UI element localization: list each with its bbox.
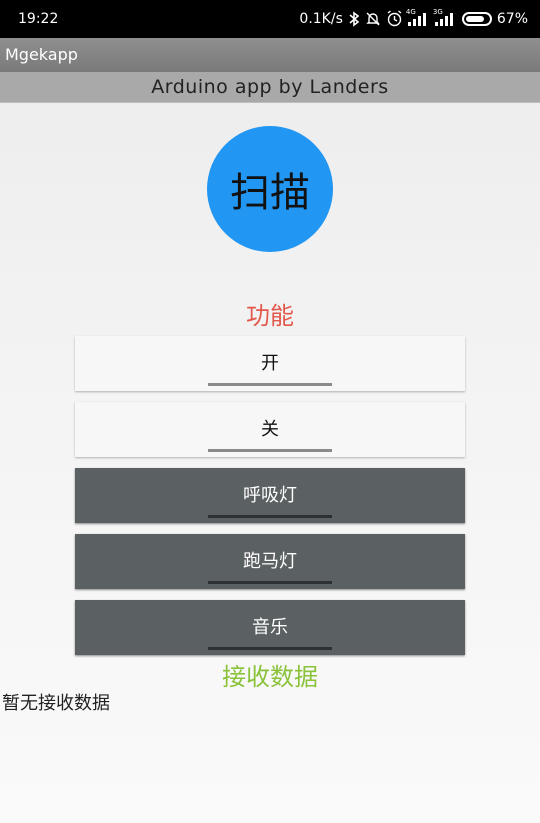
bluetooth-icon bbox=[349, 10, 360, 27]
music-button[interactable]: 音乐 bbox=[75, 600, 465, 655]
breathing-light-button[interactable]: 呼吸灯 bbox=[75, 468, 465, 523]
off-button[interactable]: 关 bbox=[75, 402, 465, 457]
received-data-text: 暂无接收数据 bbox=[2, 693, 110, 714]
marquee-light-button-label: 跑马灯 bbox=[243, 550, 297, 572]
network-speed: 0.1K/s bbox=[299, 10, 343, 27]
button-underline bbox=[208, 383, 332, 386]
signal-icon: 3G bbox=[433, 8, 457, 26]
app-bar: Mgekapp bbox=[0, 38, 540, 72]
music-button-label: 音乐 bbox=[252, 616, 288, 638]
function-title: 功能 bbox=[246, 302, 294, 330]
battery-icon bbox=[461, 11, 492, 26]
app-title: Mgekapp bbox=[5, 45, 78, 64]
app-subtitle: Arduino app by Landers bbox=[0, 72, 540, 103]
scan-button[interactable]: 扫描 bbox=[207, 126, 333, 252]
network-type-1: 4G bbox=[405, 7, 416, 16]
breathing-light-button-label: 呼吸灯 bbox=[243, 484, 297, 506]
battery-level: 67% bbox=[496, 10, 528, 27]
button-underline bbox=[208, 581, 332, 584]
alarm-icon bbox=[387, 10, 402, 27]
on-button[interactable]: 开 bbox=[75, 336, 465, 391]
status-icons: 0.1K/s 4G 3G 67% bbox=[299, 8, 528, 27]
network-type-2: 3G bbox=[432, 7, 443, 16]
mute-bell-icon bbox=[366, 12, 380, 25]
status-bar: 19:22 0.1K/s 4G 3G 67% bbox=[0, 0, 540, 38]
button-underline bbox=[208, 449, 332, 452]
status-time: 19:22 bbox=[18, 11, 59, 27]
marquee-light-button[interactable]: 跑马灯 bbox=[75, 534, 465, 589]
receive-title: 接收数据 bbox=[222, 663, 318, 691]
signal-icon: 4G bbox=[406, 8, 430, 26]
off-button-label: 关 bbox=[261, 418, 279, 440]
button-underline bbox=[208, 647, 332, 650]
on-button-label: 开 bbox=[261, 352, 279, 374]
button-underline bbox=[208, 515, 332, 518]
